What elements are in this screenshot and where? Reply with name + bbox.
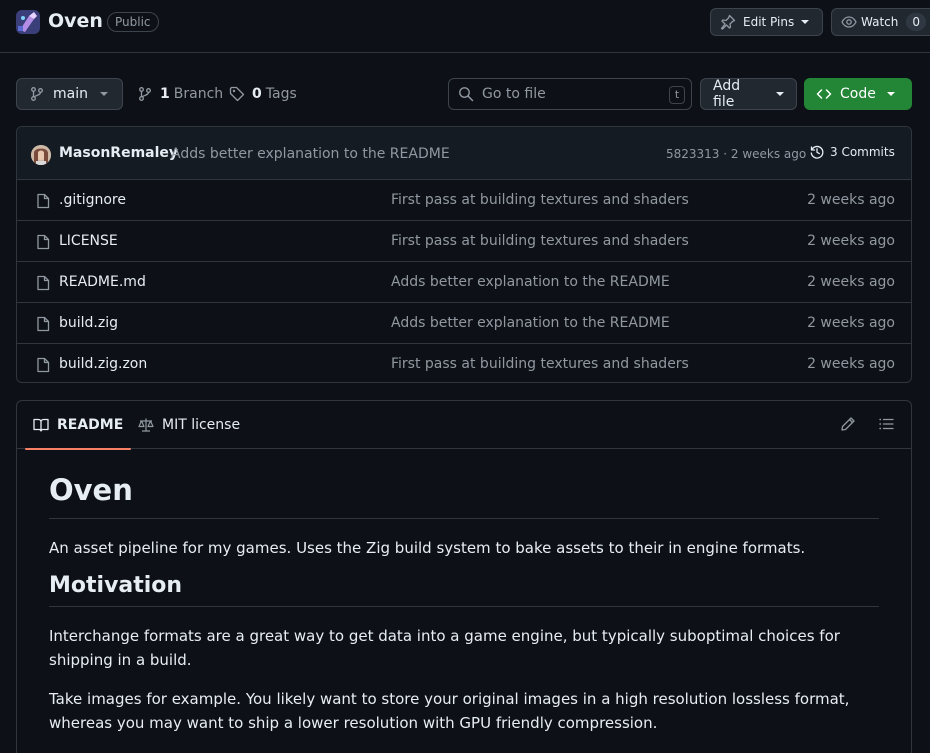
watch-label: Watch [861, 15, 899, 29]
tags-link[interactable]: 0 Tags [229, 86, 297, 102]
branch-count: 1 [160, 86, 170, 102]
watch-button[interactable]: Watch 0 [831, 8, 930, 36]
readme-content: Oven An asset pipeline for my games. Use… [49, 473, 879, 735]
list-icon[interactable] [878, 416, 894, 432]
commits-count-label: 3 Commits [830, 145, 895, 159]
branch-label: Branch [173, 86, 224, 102]
repo-avatar[interactable] [16, 10, 40, 34]
table-row[interactable]: build.zig Adds better explanation to the… [17, 303, 911, 344]
code-button[interactable]: Code [804, 78, 912, 110]
file-commit-message-link[interactable]: Adds better explanation to the README [391, 315, 670, 331]
chevron-down-icon [99, 92, 108, 96]
watch-count: 0 [906, 13, 926, 31]
code-label: Code [840, 86, 876, 102]
file-name-link[interactable]: .gitignore [59, 192, 126, 208]
pencil-icon[interactable] [840, 416, 856, 432]
search-icon [458, 86, 474, 102]
pin-icon [720, 14, 736, 30]
commit-sha-time[interactable]: 5823313 · 2 weeks ago [666, 147, 806, 161]
go-to-file-input[interactable]: Go to file t [448, 78, 692, 110]
commits-history-link[interactable]: 3 Commits [809, 144, 895, 160]
tab-readme-label: README [57, 417, 124, 433]
branch-name: main [53, 86, 88, 102]
tag-icon [229, 86, 245, 102]
file-name-link[interactable]: build.zig [59, 315, 118, 331]
readme-paragraph-2: Take images for example. You likely want… [49, 690, 850, 733]
search-shortcut-key: t [669, 86, 685, 104]
readme-motivation-heading: Motivation [49, 573, 879, 608]
file-commit-message-link[interactable]: Adds better explanation to the README [391, 274, 670, 290]
file-commit-message-link[interactable]: First pass at building textures and shad… [391, 356, 689, 372]
edit-pins-button[interactable]: Edit Pins [710, 8, 823, 36]
book-icon [33, 417, 49, 433]
readme-tabs: README MIT license [17, 401, 911, 450]
file-icon [35, 357, 51, 373]
readme-panel: README MIT license Oven An asset pipelin… [16, 400, 912, 753]
readme-intro: An asset pipeline for my games. Uses the… [49, 538, 806, 557]
table-row[interactable]: LICENSE First pass at building textures … [17, 221, 911, 262]
chevron-down-icon [776, 92, 784, 96]
file-icon [35, 234, 51, 250]
edit-pins-label: Edit Pins [743, 15, 795, 29]
branch-icon [137, 86, 153, 102]
file-name-link[interactable]: LICENSE [59, 233, 118, 249]
commit-author-link[interactable]: MasonRemaley [59, 145, 178, 161]
search-placeholder: Go to file [482, 86, 546, 102]
file-icon [35, 275, 51, 291]
branch-select-button[interactable]: main [16, 78, 123, 110]
file-name-link[interactable]: build.zig.zon [59, 356, 147, 372]
table-row[interactable]: README.md Adds better explanation to the… [17, 262, 911, 303]
repo-header: Oven Public Edit Pins Watch 0 [0, 0, 930, 53]
table-row[interactable]: .gitignore First pass at building textur… [17, 180, 911, 221]
file-commit-message-link[interactable]: First pass at building textures and shad… [391, 233, 689, 249]
chevron-down-icon [801, 20, 810, 24]
tab-license-label: MIT license [162, 417, 241, 433]
tab-readme[interactable]: README [24, 401, 132, 450]
add-file-button[interactable]: Add file [700, 78, 797, 110]
repo-name-link[interactable]: Oven [48, 10, 103, 32]
latest-commit-bar: MasonRemaley Adds better explanation to … [17, 127, 911, 180]
file-table: MasonRemaley Adds better explanation to … [16, 126, 912, 383]
commit-message-link[interactable]: Adds better explanation to the README [171, 146, 450, 162]
tag-count: 0 [252, 86, 262, 102]
file-commit-time: 2 weeks ago [807, 233, 895, 249]
visibility-badge: Public [107, 12, 159, 32]
branches-link[interactable]: 1 Branch [137, 86, 223, 102]
readme-title: Oven [49, 473, 879, 519]
tag-label: Tags [265, 86, 297, 102]
file-commit-time: 2 weeks ago [807, 356, 895, 372]
chevron-down-icon [886, 92, 895, 96]
branch-icon [29, 86, 45, 102]
history-icon [809, 144, 825, 160]
file-commit-message-link[interactable]: First pass at building textures and shad… [391, 192, 689, 208]
add-file-label: Add file [713, 78, 741, 110]
file-name-link[interactable]: README.md [59, 274, 146, 290]
file-commit-time: 2 weeks ago [807, 315, 895, 331]
file-commit-time: 2 weeks ago [807, 192, 895, 208]
eye-icon [841, 14, 857, 30]
avatar[interactable] [31, 145, 51, 165]
law-icon [138, 417, 154, 433]
file-icon [35, 316, 51, 332]
tab-mit-license[interactable]: MIT license [138, 401, 240, 449]
table-row[interactable]: build.zig.zon First pass at building tex… [17, 344, 911, 382]
code-icon [816, 86, 832, 102]
readme-paragraph-1: Interchange formats are a great way to g… [49, 627, 840, 670]
file-icon [35, 193, 51, 209]
file-commit-time: 2 weeks ago [807, 274, 895, 290]
